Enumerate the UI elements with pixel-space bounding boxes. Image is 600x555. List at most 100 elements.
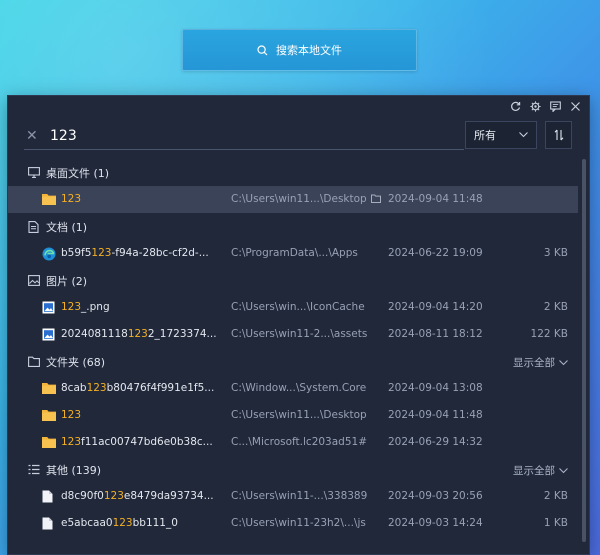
name-segment: bb111_0 [132,517,178,529]
search-icon [257,44,268,55]
local-file-search-label: 搜索本地文件 [276,44,342,57]
name-segment: 8cab [61,382,87,394]
file-path-text: C:\Users\win...\IconCache [231,301,365,313]
result-row[interactable]: 8cab123b80476f4f991e1f5... C:\Window...\S… [8,375,578,402]
file-date: 2024-09-04 11:48 [388,193,483,205]
panel-toolbar [510,101,581,112]
group-header: 图片 (2) [8,267,578,294]
chevron-down-icon [559,465,568,477]
result-row[interactable]: 123 C:\Users\win11...\Desktop 2024-09-04 1… [8,186,578,213]
file-name: 123_.png [61,301,221,313]
group-title: 文件夹 (68) [46,355,106,369]
file-name: e5abcaa0123bb111_0 [61,517,221,529]
file-name: 123 [61,193,221,205]
group-title: 桌面文件 (1) [46,166,110,180]
file-path-text: C:\Users\win11-...\338389 [231,490,368,502]
match-highlight: 123 [86,382,107,394]
file-path: C...\Microsoft.lc203ad51# [231,436,381,448]
file-date: 2024-09-04 14:20 [388,301,483,313]
result-row[interactable]: b59f5123-f94a-28bc-cf2d-... C:\ProgramDat… [8,240,578,267]
group-header: 文件夹 (68) 显示全部 [8,348,578,375]
file-name: 123f11ac00747bd6e0b38c... [61,436,221,448]
file-path: C:\Users\win11...\Desktop [231,193,381,206]
match-highlight: 123 [91,247,112,259]
name-segment: d8c90f0 [61,490,104,502]
file-size: 1 KB [543,517,568,529]
file-size: 2 KB [543,301,568,313]
folder-icon [42,409,56,422]
show-all-label: 显示全部 [513,357,555,369]
match-highlight: 123 [127,328,148,340]
result-row[interactable]: d8c90f0123e8479da93734... C:\Users\win11-… [8,483,578,510]
file-path: C:\Window...\System.Core [231,382,381,394]
file-date: 2024-06-22 19:09 [388,247,483,259]
file-icon [42,490,56,503]
name-segment: b59f5 [61,247,92,259]
file-size: 3 KB [543,247,568,259]
file-path-text: C:\Users\win11...\Desktop [231,409,367,421]
file-name: b59f5123-f94a-28bc-cf2d-... [61,247,221,259]
group-header: 桌面文件 (1) [8,159,578,186]
result-row[interactable]: 123 C:\Users\win11...\Desktop 2024-09-04 1… [8,402,578,429]
close-icon[interactable] [570,101,581,112]
folder-icon [42,382,56,395]
open-folder-icon[interactable] [370,194,381,206]
chevron-down-icon [559,357,568,369]
filter-selected-label: 所有 [474,129,496,142]
monitor-icon [28,166,40,179]
gear-icon[interactable] [530,101,541,112]
file-path-text: C:\Users\win11-2...\assets [231,328,368,340]
search-input[interactable]: 123 [50,128,77,144]
file-date: 2024-08-11 18:12 [388,328,483,340]
group-title: 文档 (1) [46,220,88,234]
file-size: 2 KB [543,490,568,502]
file-path-text: C:\Window...\System.Core [231,382,367,394]
file-path: C:\Users\win11...\Desktop [231,409,381,421]
group-title: 其他 (139) [46,463,102,477]
scrollbar-thumb[interactable] [582,159,586,542]
results-scrollbar[interactable] [581,159,587,551]
feedback-icon[interactable] [550,101,561,112]
local-file-search-button[interactable]: 搜索本地文件 [182,29,417,71]
file-path-text: C:\Users\win11-23h2\...\js [231,517,366,529]
refresh-icon[interactable] [510,101,521,112]
show-all-link[interactable]: 显示全部 [513,463,568,478]
match-highlight: 123 [61,409,82,421]
folder-icon [42,193,56,206]
file-icon [42,517,56,530]
search-bar: ✕ 123 [24,122,464,150]
match-highlight: 123 [61,436,82,448]
match-highlight: 123 [103,490,124,502]
show-all-link[interactable]: 显示全部 [513,355,568,370]
file-type-filter-select[interactable]: 所有 [465,121,537,149]
file-path-text: C:\Users\win11...\Desktop [231,193,367,205]
sort-icon [554,129,563,141]
sort-button[interactable] [545,121,572,149]
folder-icon [42,436,56,449]
file-name: 123 [61,409,221,421]
match-highlight: 123 [61,301,82,313]
file-date: 2024-09-03 14:24 [388,517,483,529]
file-size: 122 KB [530,328,568,340]
clear-search-icon[interactable]: ✕ [26,128,44,144]
result-row[interactable]: e5abcaa0123bb111_0 C:\Users\win11-23h2\..… [8,510,578,537]
file-date: 2024-06-29 14:32 [388,436,483,448]
file-path-text: C...\Microsoft.lc203ad51# [231,436,367,448]
name-segment: 2024081118 [61,328,128,340]
file-path: C:\Users\win...\IconCache [231,301,381,313]
result-row[interactable]: 123_.png C:\Users\win...\IconCache 2024-09… [8,294,578,321]
group-title: 图片 (2) [46,274,88,288]
results-list: 桌面文件 (1) 123 C:\Users\win11...\Desktop 2024… [8,159,578,554]
result-row[interactable]: 123f11ac00747bd6e0b38c... C...\Microsoft.… [8,429,578,456]
group-header: 其他 (139) 显示全部 [8,456,578,483]
file-date: 2024-09-04 13:08 [388,382,483,394]
file-date: 2024-09-04 11:48 [388,409,483,421]
file-date: 2024-09-03 20:56 [388,490,483,502]
match-highlight: 123 [112,517,133,529]
name-segment: -f94a-28bc-cf2d-... [111,247,209,259]
document-icon [28,220,40,233]
file-path: C:\Users\win11-2...\assets [231,328,381,340]
name-segment: 2_1723374... [147,328,217,340]
search-results-panel: ✕ 123 所有 桌面文件 (1) 123 C:\Users\win11...\De… [7,95,590,555]
result-row[interactable]: 20240811181232_1723374... C:\Users\win11-… [8,321,578,348]
